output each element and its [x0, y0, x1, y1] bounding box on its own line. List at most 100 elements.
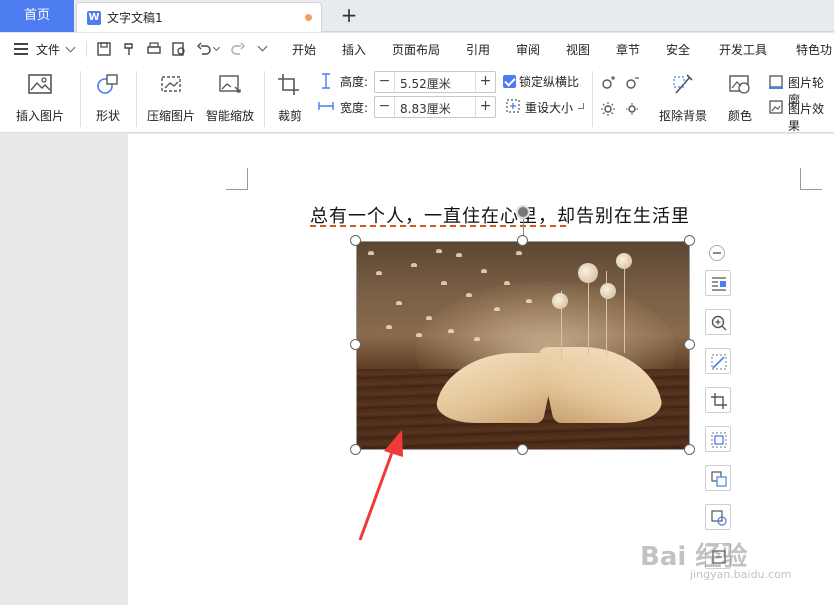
resize-handle-top-left[interactable] — [350, 235, 361, 246]
picture-color-icon — [729, 75, 750, 94]
picture-to-text-icon — [711, 471, 727, 487]
height-increase-button[interactable]: + — [475, 72, 495, 92]
shape-label: 形状 — [95, 109, 120, 123]
compress-picture-icon — [161, 76, 181, 92]
tab-bar: 首页 W 文字文稿1 + — [0, 0, 834, 32]
color-label: 颜色 — [727, 109, 752, 123]
picture-translate-float-button[interactable] — [705, 504, 731, 530]
ribbon-divider — [592, 71, 593, 127]
spellcheck-underline — [310, 224, 566, 227]
collapse-toolbar-icon[interactable] — [709, 245, 725, 261]
undo-dropdown-icon[interactable] — [212, 43, 221, 52]
picture-flower — [600, 283, 616, 299]
remove-background-label: 抠除背景 — [658, 109, 707, 123]
height-decrease-button[interactable]: − — [375, 72, 395, 92]
resize-handle-top-right[interactable] — [684, 235, 695, 246]
tab-home[interactable]: 首页 — [0, 0, 74, 32]
hamburger-icon[interactable] — [14, 43, 28, 55]
reset-size-button[interactable]: 重设大小 — [525, 99, 573, 116]
brightness-decrease-icon[interactable] — [624, 75, 640, 91]
resize-handle-middle-left[interactable] — [350, 339, 361, 350]
new-tab-button[interactable]: + — [338, 4, 360, 26]
menu-view[interactable]: 视图 — [566, 41, 590, 58]
chevron-down-icon[interactable] — [65, 42, 76, 53]
brightness-increase-icon[interactable] — [600, 75, 616, 91]
height-stepper[interactable]: − 5.52厘米 + — [374, 71, 496, 93]
writer-doc-icon: W — [87, 11, 101, 25]
margin-corner-marker — [800, 168, 822, 190]
lock-ratio-checkbox[interactable] — [503, 75, 516, 88]
menu-references[interactable]: 引用 — [466, 41, 490, 58]
picture-effect-button[interactable]: 图片效果 — [788, 100, 834, 134]
picture-effect-icon — [769, 100, 783, 114]
menu-security[interactable]: 安全 — [666, 41, 690, 58]
picture-flower — [578, 263, 598, 283]
resize-handle-bottom-right[interactable] — [684, 444, 695, 455]
layout-options-button[interactable] — [705, 270, 731, 296]
size-dialog-launcher-icon[interactable] — [578, 103, 584, 109]
width-stepper[interactable]: − 8.83厘米 + — [374, 96, 496, 118]
menu-special-features[interactable]: 特色功 — [796, 41, 832, 58]
contrast-decrease-icon[interactable] — [624, 101, 640, 117]
print-preview-icon[interactable] — [171, 41, 187, 57]
copy-picture-icon — [711, 510, 727, 526]
annotation-arrow — [358, 430, 403, 541]
quick-access-more-icon[interactable] — [257, 41, 268, 52]
print-icon[interactable] — [146, 41, 162, 57]
undo-icon[interactable] — [196, 41, 212, 57]
insert-picture-label: 插入图片 — [15, 109, 64, 123]
redo-icon[interactable] — [230, 41, 246, 57]
crop-float-button[interactable] — [705, 387, 731, 413]
tab-document[interactable]: W 文字文稿1 — [76, 2, 322, 32]
picture-tools-ribbon: 插入图片 形状 压缩图片 智能缩放 裁剪 高度: − 5.52厘米 + 宽度: … — [0, 65, 834, 133]
format-painter-icon[interactable] — [121, 41, 137, 57]
baidu-watermark-url: jingyan.baidu.com — [690, 568, 792, 581]
remove-background-float-button[interactable] — [705, 348, 731, 374]
ribbon-divider — [80, 71, 81, 127]
insert-picture-button[interactable]: 插入图片 — [10, 73, 70, 124]
crop-icon — [711, 393, 727, 409]
picture-icon — [28, 74, 52, 94]
picture-border-float-button[interactable] — [705, 426, 731, 452]
save-icon[interactable] — [96, 41, 112, 57]
menu-developer-tools[interactable]: 开发工具 — [719, 41, 767, 58]
width-icon — [318, 102, 334, 110]
inserted-picture[interactable] — [356, 241, 690, 450]
picture-flower — [616, 253, 632, 269]
shape-icon — [97, 74, 118, 94]
smart-zoom-button[interactable]: 智能缩放 — [203, 73, 257, 124]
width-decrease-button[interactable]: − — [375, 97, 395, 117]
picture-outline-icon — [769, 75, 783, 89]
menu-page-layout[interactable]: 页面布局 — [392, 41, 440, 58]
menu-insert[interactable]: 插入 — [342, 41, 366, 58]
compress-picture-button[interactable]: 压缩图片 — [144, 73, 198, 124]
crop-button[interactable]: 裁剪 — [270, 73, 310, 124]
smart-zoom-icon — [219, 75, 241, 93]
resize-handle-top-center[interactable] — [517, 235, 528, 246]
remove-background-icon — [673, 74, 693, 94]
width-increase-button[interactable]: + — [475, 97, 495, 117]
menu-chapter[interactable]: 章节 — [616, 41, 640, 58]
menu-start[interactable]: 开始 — [292, 41, 316, 58]
rotate-handle[interactable] — [516, 205, 530, 219]
reset-size-icon — [506, 99, 520, 113]
magic-wand-icon — [711, 354, 727, 370]
shape-button[interactable]: 形状 — [88, 73, 128, 124]
height-value[interactable]: 5.52厘米 — [400, 75, 451, 92]
width-value[interactable]: 8.83厘米 — [400, 100, 451, 117]
ribbon-divider — [136, 71, 137, 127]
color-button[interactable]: 颜色 — [720, 73, 760, 124]
menu-bar: 文件 开始 插入 页面布局 引用 审阅 视图 章节 安全 开发工具 特色功 — [0, 33, 834, 65]
zoom-picture-button[interactable] — [705, 309, 731, 335]
crop-icon — [278, 74, 299, 95]
smart-zoom-label: 智能缩放 — [205, 109, 254, 123]
resize-handle-middle-right[interactable] — [684, 339, 695, 350]
unsaved-dot-icon — [305, 14, 312, 21]
menu-review[interactable]: 审阅 — [516, 41, 540, 58]
zoom-in-icon — [711, 315, 727, 331]
resize-handle-bottom-center[interactable] — [517, 444, 528, 455]
menu-file[interactable]: 文件 — [36, 41, 60, 58]
contrast-increase-icon[interactable] — [600, 101, 616, 117]
remove-background-button[interactable]: 抠除背景 — [652, 73, 714, 124]
convert-to-text-float-button[interactable] — [705, 465, 731, 491]
